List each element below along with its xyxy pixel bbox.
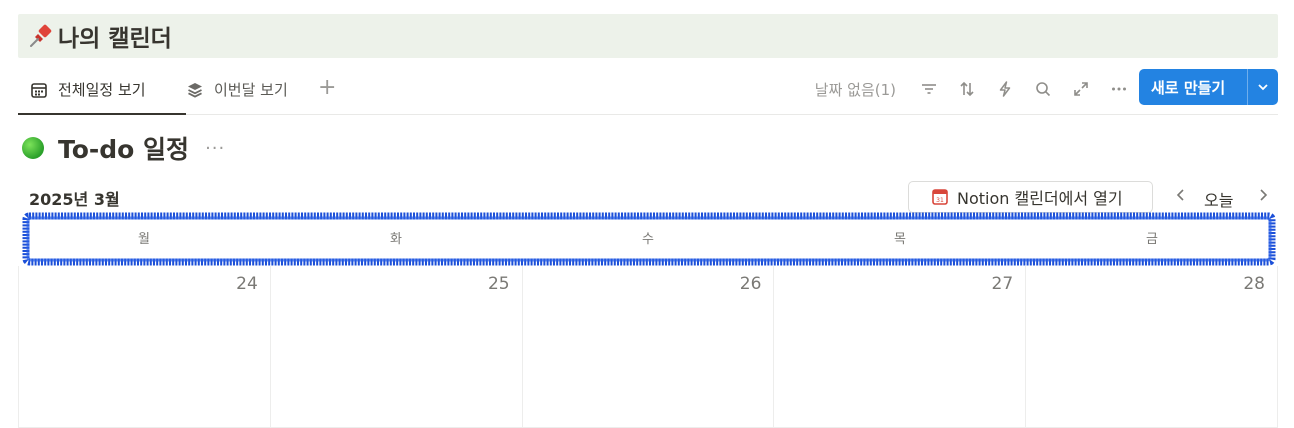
tab-all-schedule[interactable]: 전체일정 보기 bbox=[18, 66, 186, 115]
new-button[interactable]: 새로 만들기 bbox=[1139, 69, 1278, 105]
view-tab-bar: 전체일정 보기 이번달 보기 + 날짜 없음(1) 새로 만들기 bbox=[18, 66, 1278, 115]
more-icon[interactable] bbox=[1100, 75, 1138, 103]
open-in-notion-label: Notion 캘린더에서 열기 bbox=[957, 189, 1123, 208]
tab-this-month[interactable]: 이번달 보기 bbox=[186, 66, 288, 113]
layers-icon bbox=[188, 82, 202, 98]
weekday-tue: 화 bbox=[390, 232, 402, 247]
calendar-week-grid: 24 25 26 27 28 bbox=[18, 266, 1278, 428]
weekday-thu: 목 bbox=[894, 232, 906, 247]
automation-icon[interactable] bbox=[986, 75, 1024, 103]
day-cell[interactable]: 28 bbox=[1026, 266, 1278, 428]
day-number: 25 bbox=[487, 274, 510, 294]
page-title: 나의 캘린더 bbox=[58, 26, 172, 52]
next-month-icon[interactable] bbox=[1256, 186, 1270, 209]
pushpin-icon bbox=[30, 24, 52, 47]
weekday-mon: 월 bbox=[138, 232, 150, 247]
view-heading: To-do 일정 ··· bbox=[22, 130, 225, 166]
today-button[interactable]: 오늘 bbox=[1204, 187, 1233, 211]
sort-icon[interactable] bbox=[948, 75, 986, 103]
expand-icon[interactable] bbox=[1062, 75, 1100, 103]
day-number: 27 bbox=[991, 274, 1014, 294]
weekday-wed: 수 bbox=[642, 232, 654, 247]
no-date-button[interactable]: 날짜 없음(1) bbox=[815, 79, 896, 100]
tab-label: 이번달 보기 bbox=[214, 81, 288, 99]
weekday-header-row: 월 화 수 목 금 bbox=[18, 218, 1278, 262]
day-cell[interactable]: 24 bbox=[19, 266, 271, 428]
tab-label: 전체일정 보기 bbox=[58, 81, 146, 99]
calendar-icon bbox=[31, 82, 47, 98]
toolbar: 날짜 없음(1) bbox=[815, 66, 1138, 112]
notion-calendar-icon: 31 bbox=[932, 189, 948, 205]
day-cell[interactable]: 25 bbox=[270, 266, 523, 428]
search-icon[interactable] bbox=[1024, 75, 1062, 103]
day-number: 24 bbox=[236, 274, 258, 294]
prev-month-icon[interactable] bbox=[1174, 186, 1188, 209]
page-title-banner: 나의 캘린더 bbox=[18, 14, 1278, 58]
day-cell[interactable]: 27 bbox=[774, 266, 1027, 428]
view-more-icon[interactable]: ··· bbox=[205, 138, 225, 159]
weekday-fri: 금 bbox=[1146, 232, 1158, 247]
day-cell[interactable]: 26 bbox=[522, 266, 775, 428]
day-number: 28 bbox=[1243, 274, 1265, 294]
green-circle-icon bbox=[22, 137, 44, 159]
chevron-down-icon[interactable] bbox=[1248, 80, 1278, 94]
day-number: 26 bbox=[739, 274, 762, 294]
filter-icon[interactable] bbox=[910, 75, 948, 103]
month-label: 2025년 3월 bbox=[29, 190, 120, 209]
view-title[interactable]: To-do 일정 bbox=[58, 130, 189, 166]
new-button-label: 새로 만들기 bbox=[1151, 78, 1226, 97]
svg-text:31: 31 bbox=[936, 197, 944, 204]
open-in-notion-calendar-button[interactable]: 31 Notion 캘린더에서 열기 bbox=[908, 181, 1153, 213]
add-view-icon[interactable]: + bbox=[318, 76, 336, 100]
